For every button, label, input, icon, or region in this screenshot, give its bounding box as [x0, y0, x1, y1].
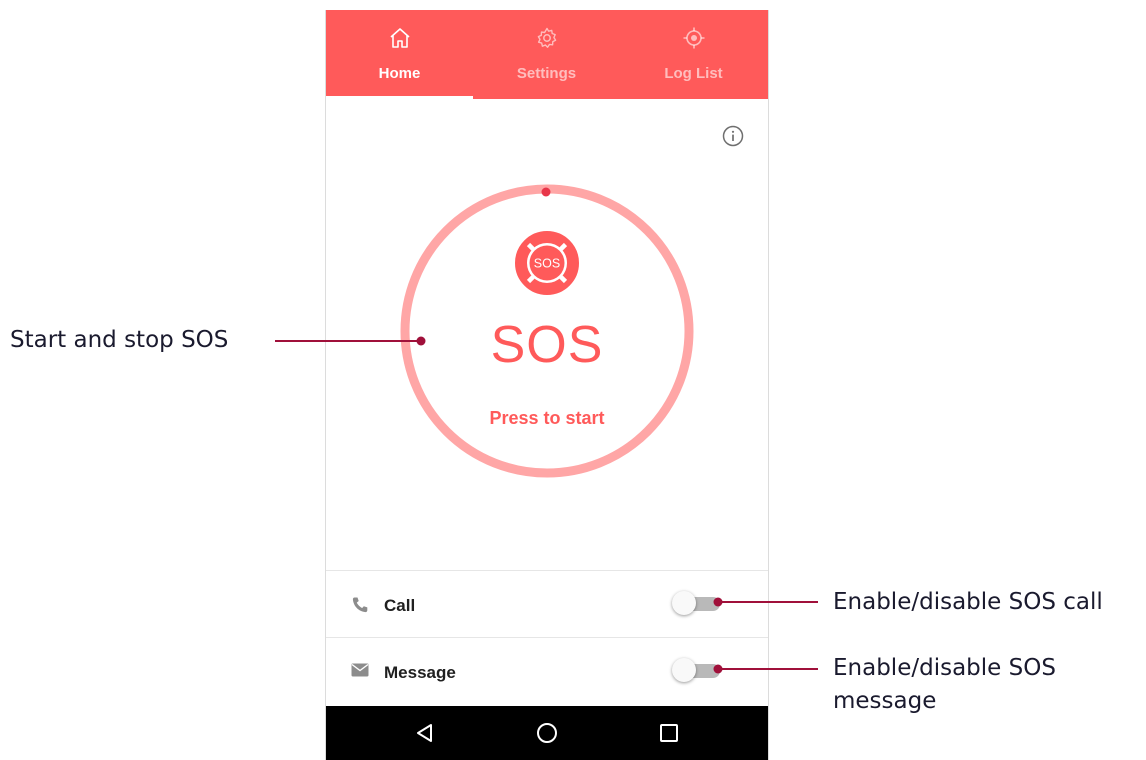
annotation-call-toggle: Enable/disable SOS call — [833, 589, 1103, 615]
annotation-message-toggle-line1: Enable/disable SOS — [833, 655, 1056, 681]
annotation-lines — [275, 336, 818, 674]
annotation-message-toggle-line2: message — [833, 688, 937, 714]
annotation-sos-button: Start and stop SOS — [10, 327, 229, 353]
